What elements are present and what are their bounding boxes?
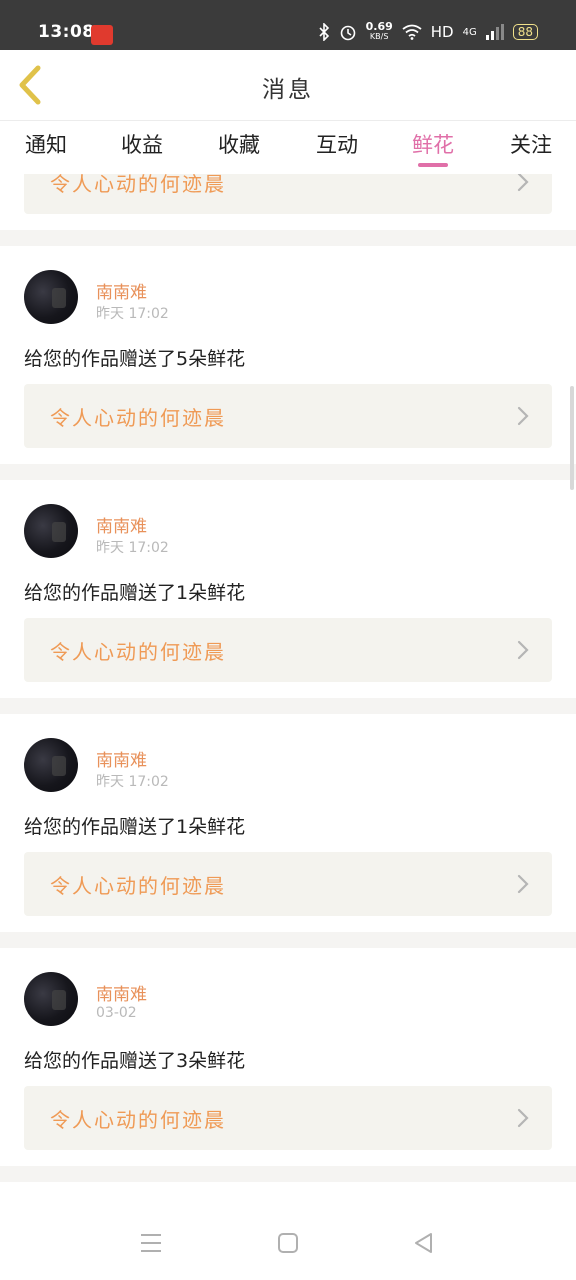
work-link[interactable]: 令人心动的何迹晨 (24, 1086, 552, 1150)
avatar[interactable] (24, 972, 78, 1026)
status-icons: 0.69 KB/S HD 4G 88 (318, 20, 538, 42)
home-square-icon[interactable] (273, 1230, 303, 1256)
status-bar: 13:08 0.69 KB/S HD 4G 88 (0, 0, 576, 50)
sender-name[interactable]: 南南难 (96, 512, 147, 537)
avatar[interactable] (24, 504, 78, 558)
list-item: 南南难 昨天 17:02 给您的作品赠送了1朵鲜花 令人心动的何迹晨 (0, 714, 576, 932)
list-item (0, 1182, 576, 1206)
hd-label: HD (430, 23, 454, 41)
signal-bars-icon (485, 24, 504, 40)
status-time: 13:08 (38, 22, 95, 42)
tab-following[interactable]: 关注 (495, 129, 567, 159)
network-speed-unit: KB/S (369, 32, 389, 41)
message-text: 给您的作品赠送了1朵鲜花 (24, 582, 246, 604)
avatar[interactable] (24, 270, 78, 324)
menu-icon[interactable] (136, 1230, 166, 1256)
tab-flowers[interactable]: 鲜花 (397, 129, 469, 159)
chevron-right-icon (517, 1108, 529, 1128)
message-text: 给您的作品赠送了5朵鲜花 (24, 348, 246, 370)
message-text: 给您的作品赠送了1朵鲜花 (24, 816, 246, 838)
chevron-right-icon (517, 640, 529, 660)
app-notification-icon (91, 25, 113, 45)
app-header: 消息 (0, 50, 576, 120)
list-item: 南南难 03-02 给您的作品赠送了3朵鲜花 令人心动的何迹晨 (0, 948, 576, 1166)
message-time: 昨天 17:02 (96, 540, 169, 556)
battery-icon: 88 (512, 24, 538, 40)
work-link[interactable]: 令人心动的何迹晨 (24, 618, 552, 682)
work-title: 令人心动的何迹晨 (50, 174, 226, 196)
list-item: 南南难 昨天 17:02 给您的作品赠送了5朵鲜花 令人心动的何迹晨 (0, 246, 576, 464)
sender-name[interactable]: 南南难 (96, 746, 147, 771)
tab-earnings[interactable]: 收益 (106, 129, 178, 159)
chevron-right-icon (517, 406, 529, 426)
tab-bar: 通知 收益 收藏 互动 鲜花 关注 (0, 120, 576, 175)
message-list[interactable]: 令人心动的何迹晨 南南难 昨天 17:02 给您的作品赠送了5朵鲜花 令人心动的… (0, 174, 576, 1206)
sender-name[interactable]: 南南难 (96, 980, 147, 1005)
message-text: 给您的作品赠送了3朵鲜花 (24, 1050, 246, 1072)
chevron-right-icon (517, 874, 529, 894)
scrollbar[interactable] (570, 386, 574, 490)
tab-interactions[interactable]: 互动 (301, 129, 373, 159)
system-nav-bar (0, 1206, 576, 1280)
chevron-right-icon (517, 174, 529, 192)
work-link[interactable]: 令人心动的何迹晨 (24, 174, 552, 214)
back-triangle-icon[interactable] (409, 1230, 439, 1256)
work-title: 令人心动的何迹晨 (50, 1108, 226, 1132)
work-link[interactable]: 令人心动的何迹晨 (24, 384, 552, 448)
work-title: 令人心动的何迹晨 (50, 406, 226, 430)
signal-label: 4G (462, 26, 477, 38)
list-item: 南南难 昨天 17:02 给您的作品赠送了1朵鲜花 令人心动的何迹晨 (0, 480, 576, 698)
work-title: 令人心动的何迹晨 (50, 640, 226, 664)
work-link[interactable]: 令人心动的何迹晨 (24, 852, 552, 916)
message-time: 昨天 17:02 (96, 774, 169, 790)
bluetooth-icon (319, 23, 329, 41)
work-title: 令人心动的何迹晨 (50, 874, 226, 898)
wifi-icon (402, 24, 422, 40)
avatar[interactable] (24, 738, 78, 792)
sender-name[interactable]: 南南难 (96, 278, 147, 303)
active-tab-indicator (418, 163, 448, 167)
tab-favorites[interactable]: 收藏 (203, 129, 275, 159)
network-speed-value: 0.69 (365, 20, 393, 33)
network-speed: 0.69 KB/S (365, 20, 393, 42)
tab-notifications[interactable]: 通知 (10, 129, 82, 159)
message-time: 昨天 17:02 (96, 306, 169, 322)
alarm-icon (340, 25, 355, 41)
message-time: 03-02 (96, 1005, 137, 1021)
list-item: 令人心动的何迹晨 (0, 174, 576, 230)
page-title: 消息 (262, 77, 314, 103)
